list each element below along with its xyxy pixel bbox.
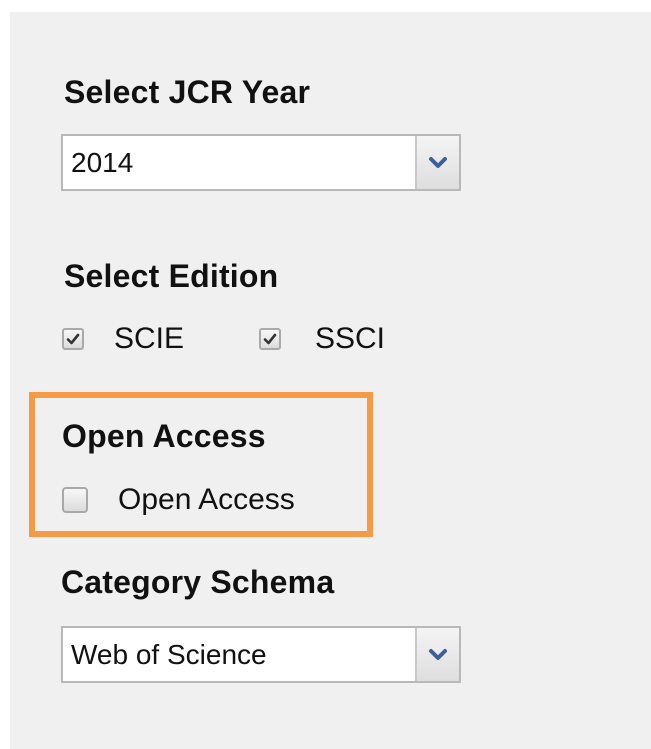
open-access-option[interactable]: Open Access [62, 485, 295, 515]
jcr-year-dropdown-button[interactable] [415, 136, 459, 189]
ssci-checkbox[interactable] [259, 328, 281, 350]
category-schema-value: Web of Science [71, 638, 267, 670]
category-schema-dropdown-button[interactable] [415, 628, 459, 681]
edition-title: Select Edition [64, 258, 279, 294]
scie-checkbox[interactable] [62, 328, 84, 350]
open-access-label: Open Access [118, 483, 295, 516]
checkmark-icon [263, 333, 277, 345]
open-access-checkbox[interactable] [62, 487, 88, 513]
chevron-down-icon [429, 156, 447, 168]
category-schema-select[interactable]: Web of Science [61, 626, 461, 683]
jcr-year-value: 2014 [71, 146, 134, 178]
edition-option-ssci[interactable]: SSCI [259, 324, 385, 354]
edition-option-scie[interactable]: SCIE [62, 324, 184, 354]
checkmark-icon [66, 333, 80, 345]
jcr-year-select[interactable]: 2014 [61, 134, 461, 191]
scie-label: SCIE [114, 322, 185, 355]
ssci-label: SSCI [315, 322, 386, 355]
chevron-down-icon [429, 648, 447, 660]
open-access-title: Open Access [62, 418, 266, 454]
jcr-year-title: Select JCR Year [64, 74, 311, 110]
category-schema-title: Category Schema [61, 564, 335, 600]
